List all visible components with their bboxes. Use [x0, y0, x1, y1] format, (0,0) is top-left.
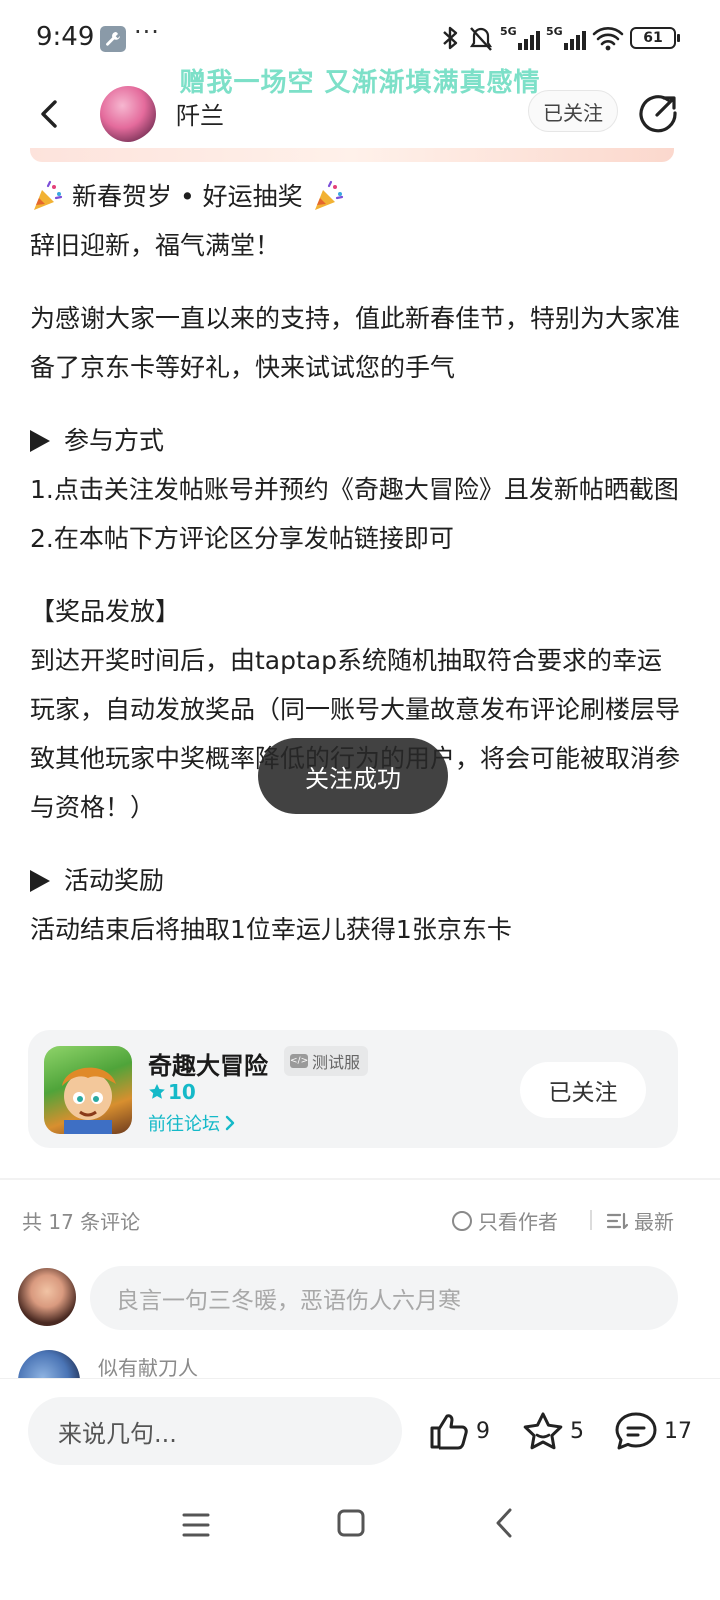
like-count: 9 — [476, 1418, 490, 1444]
game-card[interactable]: 奇趣大冒险 </> 测试服 10 前往论坛 已关注 — [28, 1030, 678, 1148]
test-server-badge: </> 测试服 — [284, 1046, 369, 1076]
home-icon[interactable] — [334, 1506, 368, 1540]
party-popper-icon — [314, 180, 343, 210]
greeting-text: 辞旧迎新，福气满堂！ — [30, 231, 281, 260]
comment-count: 共 17 条评论 — [22, 1210, 141, 1234]
bottom-action-bar: 来说几句... 9 5 17 — [0, 1378, 720, 1484]
follow-game-button[interactable]: 已关注 — [520, 1062, 646, 1118]
back-icon[interactable] — [30, 94, 70, 134]
author-avatar[interactable] — [100, 86, 156, 142]
chevron-right-icon — [225, 1115, 235, 1131]
share-icon[interactable] — [638, 92, 680, 134]
recent-apps-icon[interactable] — [178, 1510, 214, 1540]
post-header: 阡兰 已关注 — [0, 80, 720, 150]
commenter-avatar[interactable] — [18, 1350, 80, 1380]
follow-success-toast: 关注成功 — [258, 738, 448, 814]
favorite-button[interactable]: 5 — [522, 1403, 584, 1459]
triangle-bullet-icon — [30, 430, 50, 452]
party-popper-icon — [34, 180, 63, 210]
status-icons: 5G 5G 61 — [438, 22, 680, 54]
mute-bell-icon — [469, 27, 493, 51]
system-nav-bar — [0, 1484, 720, 1600]
like-button[interactable]: 9 — [428, 1403, 490, 1459]
go-to-forum-link[interactable]: 前往论坛 — [148, 1110, 236, 1136]
signal-5g-icon-1: 5G — [500, 25, 540, 50]
code-icon: </> — [290, 1054, 309, 1068]
favorite-count: 5 — [570, 1418, 584, 1444]
prize-heading: 【奖品发放】 — [30, 597, 181, 626]
status-time: 9:49 — [36, 22, 95, 52]
svg-text:5G: 5G — [500, 25, 517, 38]
thumbs-up-icon — [430, 1414, 468, 1450]
comment-button[interactable]: 17 — [614, 1403, 692, 1459]
star-icon — [149, 1084, 165, 1099]
more-notifications-icon: ··· — [134, 18, 160, 46]
step-2-text: 2.在本帖下方评论区分享发帖链接即可 — [30, 524, 454, 553]
post-title-line: 新春贺岁 • 好运抽奖 — [30, 172, 680, 221]
wrench-icon — [100, 26, 126, 52]
system-back-icon[interactable] — [490, 1506, 520, 1540]
comment-bubble-icon — [615, 1412, 657, 1450]
game-title[interactable]: 奇趣大冒险 — [148, 1046, 268, 1081]
post-banner-edge — [30, 148, 674, 162]
triangle-bullet-icon — [30, 870, 50, 892]
quick-comment-input[interactable]: 来说几句... — [28, 1397, 402, 1465]
commenter-name[interactable]: 似有献刀人 — [98, 1352, 198, 1378]
current-user-avatar — [18, 1268, 76, 1326]
sort-icon — [606, 1212, 628, 1229]
section-divider — [0, 1178, 720, 1180]
game-icon[interactable] — [44, 1046, 132, 1134]
only-author-toggle[interactable]: 只看作者 — [452, 1206, 558, 1235]
battery-icon: 61 — [630, 27, 680, 49]
follow-author-button[interactable]: 已关注 — [528, 90, 618, 132]
comment-input[interactable]: 良言一句三冬暖，恶语伤人六月寒 — [90, 1266, 678, 1330]
post-title: 新春贺岁 • 好运抽奖 — [72, 182, 303, 211]
how-to-join-heading: 参与方式 — [30, 416, 680, 465]
author-name[interactable]: 阡兰 — [176, 96, 224, 131]
step-1-text: 1.点击关注发帖账号并预约《奇趣大冒险》且发新帖晒截图 — [30, 475, 679, 504]
comment-count-bottom: 17 — [664, 1418, 692, 1444]
game-score: 10 — [148, 1080, 196, 1104]
filter-separator — [590, 1210, 592, 1230]
bluetooth-icon — [443, 26, 458, 50]
signal-5g-icon-2: 5G — [546, 25, 586, 50]
star-outline-icon — [523, 1412, 563, 1450]
post-body: 新春贺岁 • 好运抽奖 辞旧迎新，福气满堂！ 为感谢大家一直以来的支持，值此新春… — [30, 172, 680, 954]
reward-heading: 活动奖励 — [30, 856, 680, 905]
wifi-icon — [592, 27, 624, 51]
reward-text: 活动结束后将抽取1位幸运儿获得1张京东卡 — [30, 915, 512, 944]
radio-circle-icon — [452, 1210, 472, 1231]
sort-latest-button[interactable]: 最新 — [606, 1206, 674, 1235]
svg-text:5G: 5G — [546, 25, 563, 38]
intro-text: 为感谢大家一直以来的支持，值此新春佳节，特别为大家准备了京东卡等好礼，快来试试您… — [30, 304, 681, 382]
